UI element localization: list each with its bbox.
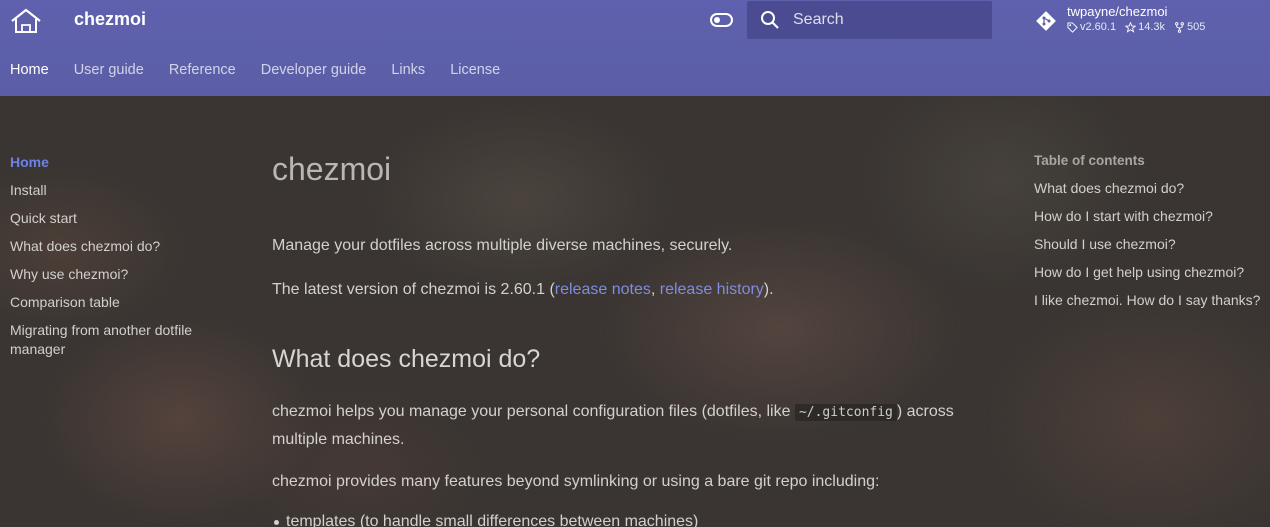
release-history-link[interactable]: release history: [660, 281, 764, 298]
version-text: The latest version of chezmoi is 2.60.1 …: [272, 281, 555, 298]
left-sidebar-nav: Home Install Quick start What does chezm…: [10, 153, 220, 368]
section-heading: What does chezmoi do?: [272, 345, 541, 373]
repo-forks-label: 505: [1187, 21, 1206, 33]
search-box[interactable]: Search: [747, 1, 992, 39]
tab-user-guide[interactable]: User guide: [74, 62, 144, 78]
repo-name[interactable]: twpayne/chezmoi: [1067, 4, 1167, 19]
repo-version: v2.60.1: [1067, 21, 1116, 33]
version-suffix-text: ).: [763, 281, 774, 298]
intro-paragraph: Manage your dotfiles across multiple div…: [272, 237, 733, 254]
comma-text: ,: [650, 281, 660, 298]
star-icon: [1125, 21, 1137, 33]
features-paragraph: chezmoi provides many features beyond sy…: [272, 473, 880, 490]
tab-license[interactable]: License: [450, 62, 500, 78]
toc-item-what-does-chezmoi-do[interactable]: What does chezmoi do?: [1034, 179, 1264, 198]
toc-item-get-help[interactable]: How do I get help using chezmoi?: [1034, 263, 1264, 282]
sidebar-item-why-use-chezmoi[interactable]: Why use chezmoi?: [10, 265, 220, 284]
tab-reference[interactable]: Reference: [169, 62, 236, 78]
fork-icon: [1175, 21, 1184, 33]
tab-links[interactable]: Links: [391, 62, 425, 78]
top-tabs: Home User guide Reference Developer guid…: [10, 62, 500, 78]
tab-developer-guide[interactable]: Developer guide: [261, 62, 367, 78]
version-paragraph: The latest version of chezmoi is 2.60.1 …: [272, 276, 1012, 303]
toc-title: Table of contents: [1034, 153, 1145, 168]
tag-icon: [1067, 21, 1078, 33]
sidebar-item-install[interactable]: Install: [10, 181, 220, 200]
search-input[interactable]: Search: [793, 11, 844, 29]
color-scheme-toggle-icon[interactable]: [710, 13, 733, 27]
sidebar-item-home[interactable]: Home: [10, 153, 220, 172]
page-title: chezmoi: [272, 151, 392, 187]
sidebar-item-comparison-table[interactable]: Comparison table: [10, 293, 220, 312]
git-icon[interactable]: [1035, 10, 1057, 32]
main-content: chezmoi Manage your dotfiles across mult…: [272, 150, 1012, 527]
repo-stars: 14.3k: [1125, 21, 1165, 33]
search-icon: [761, 11, 779, 29]
helps-paragraph: chezmoi helps you manage your personal c…: [272, 398, 1012, 453]
repo-facts[interactable]: v2.60.1 14.3k 505: [1067, 21, 1205, 33]
toc-item-should-i-use[interactable]: Should I use chezmoi?: [1034, 235, 1264, 254]
sidebar-item-quick-start[interactable]: Quick start: [10, 209, 220, 228]
site-header: chezmoi Search twpayne/chezmoi v2.60.1 1…: [0, 0, 1270, 96]
helps-text: chezmoi helps you manage your personal c…: [272, 403, 795, 420]
list-item: templates (to handle small differences b…: [273, 512, 698, 527]
sidebar-item-migrating[interactable]: Migrating from another dotfile manager: [10, 321, 220, 359]
repo-stars-label: 14.3k: [1138, 21, 1166, 33]
gitconfig-code: ~/.gitconfig: [794, 404, 897, 421]
release-notes-link[interactable]: release notes: [555, 281, 651, 298]
toc-item-how-do-i-start[interactable]: How do I start with chezmoi?: [1034, 207, 1264, 226]
tab-home[interactable]: Home: [10, 62, 49, 78]
table-of-contents: Table of contents What does chezmoi do? …: [1034, 153, 1264, 319]
toc-item-say-thanks[interactable]: I like chezmoi. How do I say thanks?: [1034, 291, 1264, 310]
repo-version-label: v2.60.1: [1080, 21, 1117, 33]
sidebar-item-what-does-chezmoi-do[interactable]: What does chezmoi do?: [10, 237, 220, 256]
repo-forks: 505: [1174, 21, 1205, 33]
home-logo-icon[interactable]: [10, 8, 42, 34]
site-title[interactable]: chezmoi: [74, 9, 146, 30]
